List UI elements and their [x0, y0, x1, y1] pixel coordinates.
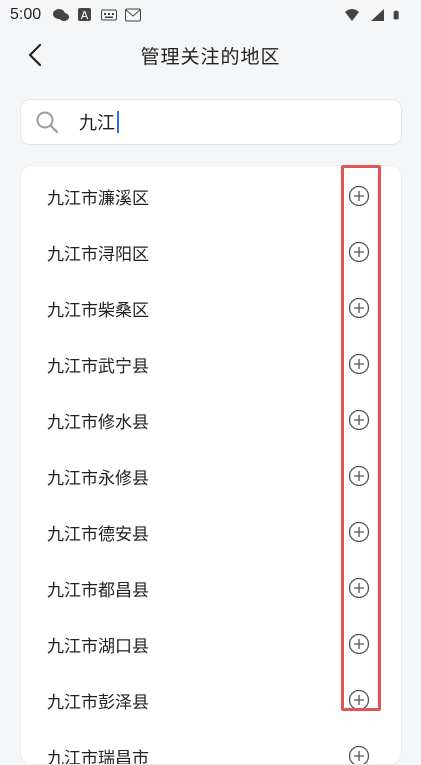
add-circle-icon[interactable]: [348, 465, 370, 487]
list-item[interactable]: 九江市彭泽县: [21, 672, 401, 728]
wechat-icon: [53, 8, 69, 22]
chevron-left-icon: [27, 43, 43, 67]
region-label: 九江市濂溪区: [47, 184, 149, 209]
region-label: 九江市武宁县: [47, 352, 149, 377]
status-time: 5:00: [10, 6, 41, 24]
add-circle-icon[interactable]: [348, 353, 370, 375]
add-circle-icon[interactable]: [348, 521, 370, 543]
page-title: 管理关注的地区: [140, 42, 280, 69]
font-icon: A: [77, 8, 93, 22]
region-list: 九江市濂溪区九江市浔阳区九江市柴桑区九江市武宁县九江市修水县九江市永修县九江市德…: [20, 165, 402, 765]
region-label: 九江市都昌县: [47, 576, 149, 601]
list-item[interactable]: 九江市永修县: [21, 448, 401, 504]
add-circle-icon[interactable]: [348, 185, 370, 207]
region-label: 九江市修水县: [47, 408, 149, 433]
list-item[interactable]: 九江市浔阳区: [21, 224, 401, 280]
add-circle-icon[interactable]: [348, 297, 370, 319]
status-bar: 5:00 A: [0, 0, 421, 30]
search-icon: [35, 110, 59, 134]
list-item[interactable]: 九江市湖口县: [21, 616, 401, 672]
wifi-icon: [343, 8, 361, 22]
add-circle-icon[interactable]: [348, 689, 370, 711]
add-circle-icon[interactable]: [348, 745, 370, 765]
svg-text:A: A: [81, 9, 89, 22]
region-label: 九江市瑞昌市: [47, 744, 149, 765]
list-item[interactable]: 九江市武宁县: [21, 336, 401, 392]
header: 管理关注的地区: [0, 30, 421, 80]
text-caret: [117, 111, 119, 133]
add-circle-icon[interactable]: [348, 409, 370, 431]
list-item[interactable]: 九江市瑞昌市: [21, 728, 401, 765]
search-bar[interactable]: [20, 99, 402, 145]
list-item[interactable]: 九江市都昌县: [21, 560, 401, 616]
add-circle-icon[interactable]: [348, 241, 370, 263]
list-item[interactable]: 九江市濂溪区: [21, 168, 401, 224]
region-label: 九江市彭泽县: [47, 688, 149, 713]
keyboard-icon: [101, 8, 117, 22]
search-input[interactable]: [79, 112, 117, 133]
add-circle-icon[interactable]: [348, 633, 370, 655]
back-button[interactable]: [20, 40, 50, 70]
region-label: 九江市湖口县: [47, 632, 149, 657]
status-right: [343, 8, 411, 22]
region-label: 九江市永修县: [47, 464, 149, 489]
add-circle-icon[interactable]: [348, 577, 370, 599]
mail-icon: [125, 8, 141, 22]
battery-icon: [393, 8, 403, 22]
region-label: 九江市柴桑区: [47, 296, 149, 321]
list-item[interactable]: 九江市德安县: [21, 504, 401, 560]
list-item[interactable]: 九江市柴桑区: [21, 280, 401, 336]
region-label: 九江市浔阳区: [47, 240, 149, 265]
list-item[interactable]: 九江市修水县: [21, 392, 401, 448]
region-label: 九江市德安县: [47, 520, 149, 545]
signal-icon: [369, 8, 385, 22]
